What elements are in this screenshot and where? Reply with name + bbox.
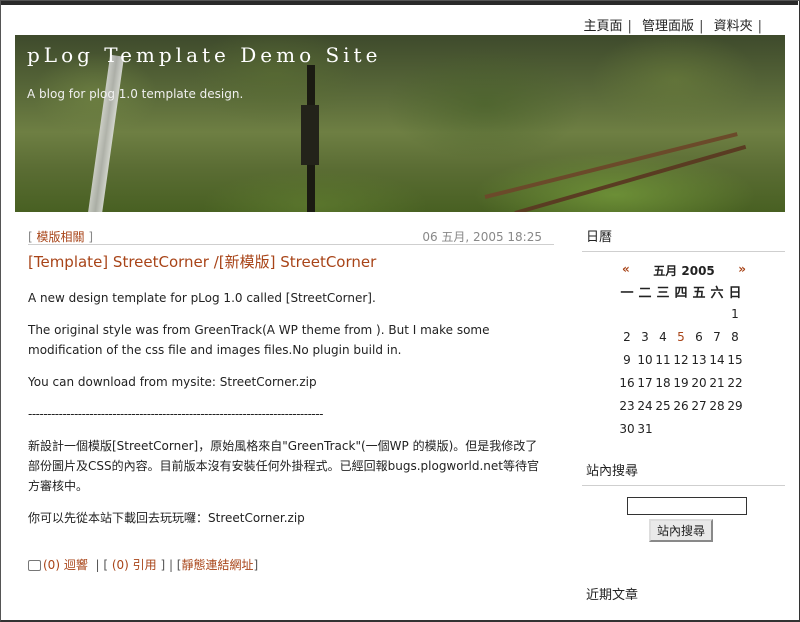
calendar-day: [636, 302, 654, 325]
comment-icon: [28, 560, 41, 571]
post-meta: [ 模版相關 ] 06 五月, 2005 18:25: [28, 226, 554, 245]
post-date: 06 五月, 2005 18:25: [422, 230, 542, 244]
calendar-week: 23 24 25 26 27 28 29: [618, 394, 744, 417]
calendar-day: 12: [673, 352, 689, 367]
search-box: 站內搜尋: [627, 494, 785, 542]
calendar-day: [672, 417, 690, 440]
post-paragraph: 新設計一個模版[StreetCorner]，原始風格來自"GreenTrack"…: [28, 439, 539, 493]
calendar-month-label: 五月 2005: [653, 264, 715, 278]
calendar-day: 11: [655, 352, 671, 367]
calendar-day: 28: [709, 398, 725, 413]
header-banner: pLog Template Demo Site A blog for plog …: [15, 35, 785, 212]
calendar-day: 15: [727, 352, 743, 367]
calendar-week: 16 17 18 19 20 21 22: [618, 371, 744, 394]
calendar-weekday: 三: [656, 285, 670, 301]
calendar-week: 2345678: [618, 325, 744, 348]
calendar-day: [726, 417, 744, 440]
top-strip: [1, 1, 798, 5]
calendar-day: 22: [727, 375, 743, 390]
post-category-link[interactable]: 模版相關: [37, 230, 85, 244]
calendar-day: [690, 417, 708, 440]
sidebar: 日曆 « 五月 2005 » 一二三四五六日 1 2 3 4 5 6 7 8 9 10 11 12 13…: [582, 224, 785, 609]
site-title[interactable]: pLog Template Demo Site: [27, 43, 381, 67]
comments-link[interactable]: (0) 迴響: [43, 558, 88, 572]
calendar-grid: 一二三四五六日 1 2 3 4 5 6 7 8 9 10 11 12 13 14 15 16 17 18 19 20 2…: [618, 280, 744, 440]
post-paragraph: You can download from mysite: StreetCorn…: [28, 375, 317, 389]
post-paragraph: The original style was from GreenTrack(A…: [28, 323, 490, 357]
post-footer: (0) 迴響 | [ (0) 引用 ] | [靜態連結網址]: [28, 556, 258, 573]
calendar-weekday: 一: [620, 285, 634, 301]
search-button[interactable]: 站內搜尋: [649, 519, 714, 542]
nav-separator: |: [757, 19, 762, 34]
calendar-day: 30: [619, 421, 635, 436]
nav-link-folders[interactable]: 資料夾: [714, 19, 753, 34]
post-body: A new design template for pLog 1.0 calle…: [28, 288, 548, 528]
calendar-weekday: 二: [638, 285, 652, 301]
nav-separator: |: [699, 19, 704, 34]
nav-link-admin[interactable]: 管理面版: [642, 19, 694, 34]
calendar-day: [672, 302, 690, 325]
calendar-day: 25: [655, 398, 671, 413]
post-divider: ----------------------------------------…: [28, 407, 323, 421]
calendar-day: [654, 302, 672, 325]
post-title[interactable]: [Template] StreetCorner /[新模版] StreetCor…: [28, 251, 554, 272]
calendar-day: [708, 302, 726, 325]
calendar-day: 21: [709, 375, 725, 390]
calendar-day: 9: [623, 352, 631, 367]
calendar-day: 6: [695, 329, 703, 344]
calendar-day: 10: [637, 352, 653, 367]
calendar-day: 24: [637, 398, 653, 413]
calendar-day: 8: [731, 329, 739, 344]
calendar-prev-month[interactable]: «: [622, 262, 630, 276]
recent-posts-heading: 近期文章: [586, 588, 639, 603]
search-input[interactable]: [627, 497, 747, 515]
site-subtitle: A blog for plog 1.0 template design.: [27, 87, 244, 101]
calendar-day[interactable]: 5: [672, 325, 690, 348]
calendar-day: 2: [623, 329, 631, 344]
calendar-day: 29: [727, 398, 743, 413]
calendar-day: 7: [713, 329, 721, 344]
calendar-day: 16: [619, 375, 635, 390]
calendar-weekday: 六: [710, 285, 724, 301]
calendar-week: 30 31: [618, 417, 744, 440]
calendar-day: 4: [659, 329, 667, 344]
search-heading: 站內搜尋: [582, 458, 785, 486]
calendar-week: 1: [618, 302, 744, 325]
calendar-day: [690, 302, 708, 325]
nav-link-home[interactable]: 主頁面: [584, 19, 623, 34]
top-navigation: 主頁面 | 管理面版 | 資料夾 |: [584, 15, 769, 34]
calendar-next-month[interactable]: »: [738, 262, 746, 276]
calendar-day: [708, 417, 726, 440]
calendar-day: 26: [673, 398, 689, 413]
calendar-day: 19: [673, 375, 689, 390]
calendar-week: 9 10 11 12 13 14 15: [618, 348, 744, 371]
permalink-link[interactable]: 靜態連結網址: [182, 558, 254, 572]
trackbacks-link[interactable]: (0) 引用: [112, 558, 157, 572]
calendar-day: 27: [691, 398, 707, 413]
calendar-weekday: 四: [674, 285, 688, 301]
calendar-day: 13: [691, 352, 707, 367]
calendar-day: 1: [731, 306, 739, 321]
calendar-day: 3: [641, 329, 649, 344]
post-paragraph: A new design template for pLog 1.0 calle…: [28, 291, 376, 305]
calendar-day: [618, 302, 636, 325]
calendar-day: 18: [655, 375, 671, 390]
calendar-day: 14: [709, 352, 725, 367]
calendar-weekday: 五: [692, 285, 706, 301]
nav-separator: |: [627, 19, 632, 34]
calendar-heading: 日曆: [582, 224, 785, 252]
blog-post: [ 模版相關 ] 06 五月, 2005 18:25 [Template] St…: [28, 226, 554, 572]
signal-pole-box: [301, 105, 319, 165]
post-category: [ 模版相關 ]: [28, 230, 94, 244]
calendar: « 五月 2005 » 一二三四五六日 1 2 3 4 5 6 7 8 9 10 11 12 13 14 1…: [614, 262, 785, 440]
calendar-weekday: 日: [728, 285, 742, 301]
calendar-day: 17: [637, 375, 653, 390]
post-paragraph: 你可以先從本站下載回去玩玩囉：StreetCorner.zip: [28, 511, 305, 525]
calendar-day: [654, 417, 672, 440]
calendar-day: 20: [691, 375, 707, 390]
calendar-day: 31: [637, 421, 653, 436]
calendar-day: 23: [619, 398, 635, 413]
calendar-header: « 五月 2005 »: [614, 262, 754, 280]
